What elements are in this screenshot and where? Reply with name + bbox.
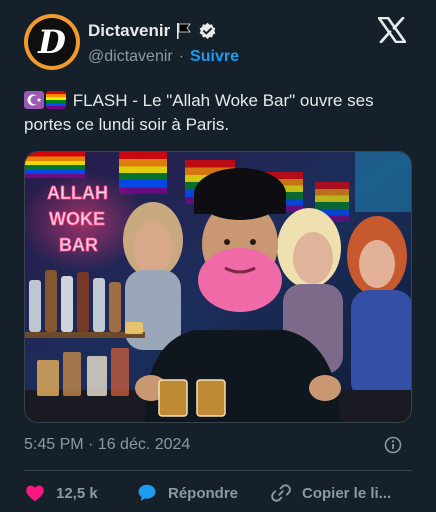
display-name[interactable]: Dictavenir [88, 21, 170, 41]
tweet-text: FLASH - Le "Allah Woke Bar" ouvre ses po… [24, 89, 419, 137]
heart-icon [26, 485, 44, 502]
copy-link-label: Copier le li... [302, 484, 392, 502]
handle[interactable]: @dictavenir [88, 48, 173, 66]
neon-line-2: WOKE [49, 209, 105, 229]
reply-button[interactable]: Répondre [136, 482, 270, 504]
copy-link-button[interactable]: Copier le li... [270, 482, 391, 504]
avatar-logo-letter: D [38, 23, 66, 61]
info-icon[interactable] [384, 436, 402, 454]
divider [24, 470, 412, 471]
bar-scene-illustration: ALLAH WOKE BAR [25, 152, 411, 422]
tweet-timestamp[interactable]: 5:45 PM · 16 déc. 2024 [24, 436, 190, 454]
handle-row: @dictavenir · Suivre [88, 48, 239, 66]
verified-badge-icon [199, 22, 216, 39]
avatar[interactable]: D [24, 14, 80, 70]
star-and-crescent-icon [24, 91, 44, 109]
reply-label: Répondre [168, 484, 239, 502]
neon-line-3: BAR [59, 235, 98, 255]
separator-dot: · [178, 48, 185, 65]
x-logo-icon[interactable] [378, 17, 406, 43]
rainbow-flag-icon [46, 91, 66, 109]
tweet-body: FLASH - Le "Allah Woke Bar" ouvre ses po… [24, 91, 374, 134]
tweet-image[interactable]: ALLAH WOKE BAR [24, 151, 412, 423]
reply-bubble-icon [138, 484, 156, 501]
black-flag-icon [177, 23, 192, 39]
author-name-row: Dictavenir [88, 21, 217, 41]
link-icon [271, 484, 291, 502]
action-bar: 12,5 k Répondre Copier le li... [24, 482, 391, 504]
neon-line-1: ALLAH [47, 183, 108, 203]
follow-button[interactable]: Suivre [190, 48, 239, 66]
like-button[interactable]: 12,5 k [24, 482, 136, 504]
like-count: 12,5 k [56, 484, 98, 502]
tweet-card: D Dictavenir @dictavenir · Suivre FLASH … [0, 0, 436, 512]
